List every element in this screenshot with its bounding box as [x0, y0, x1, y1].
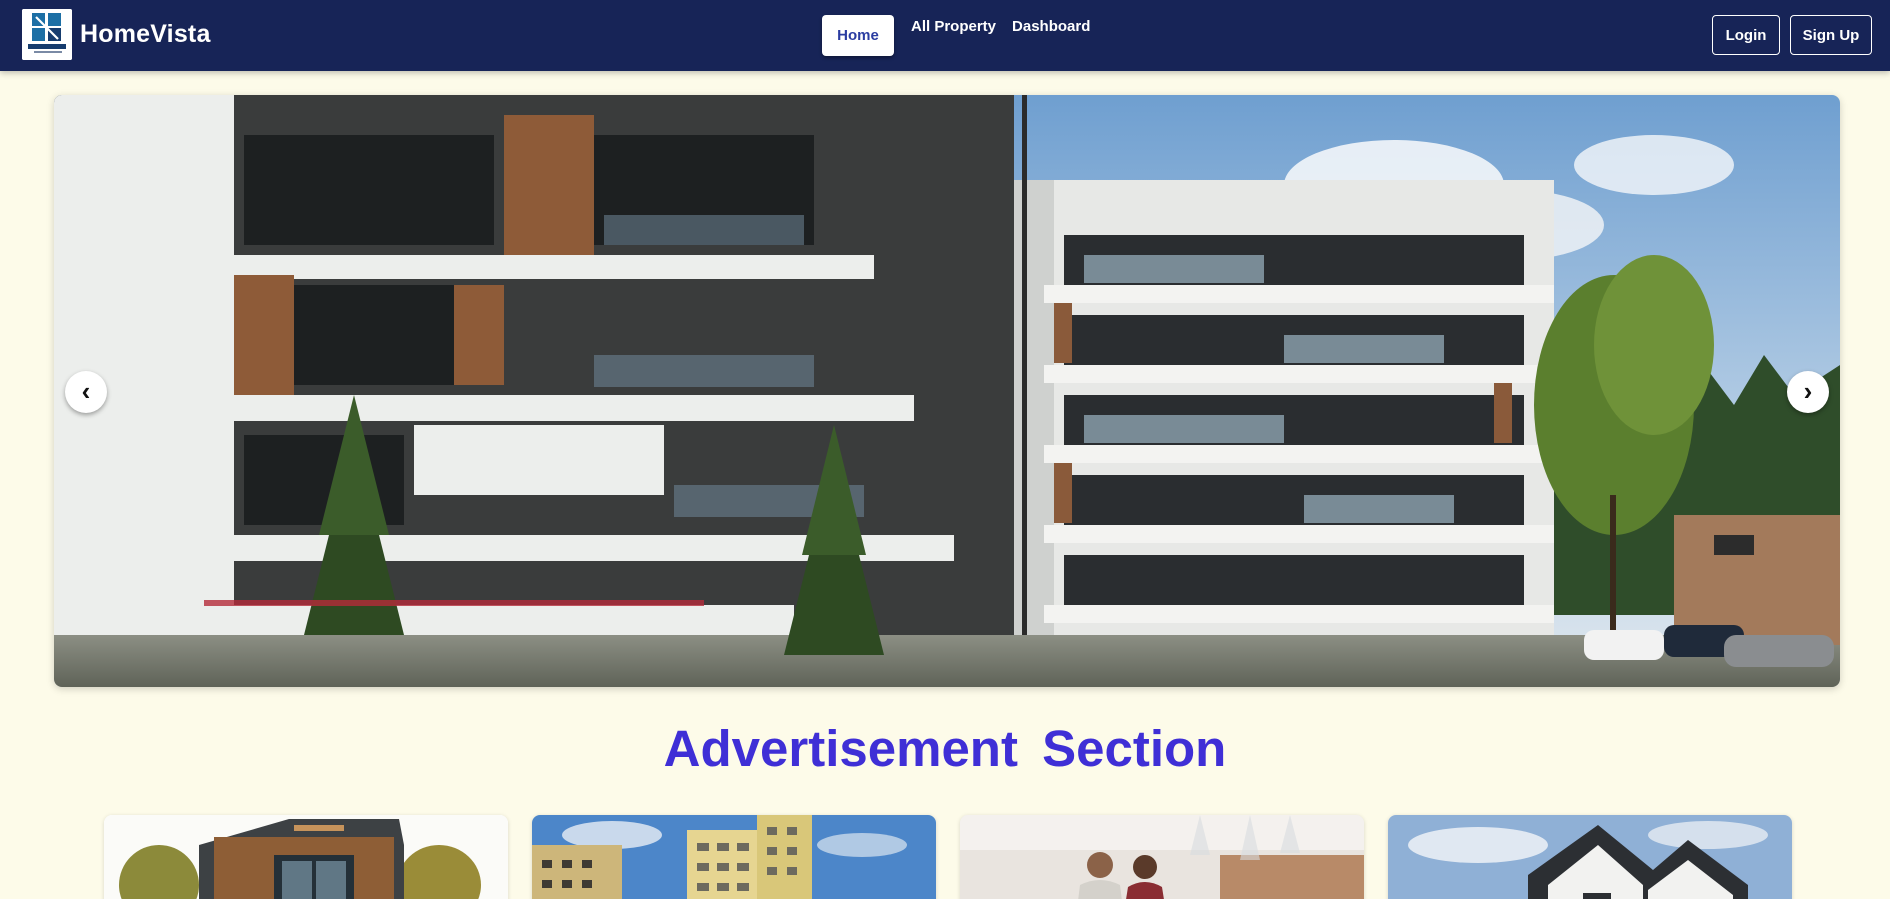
- advertisement-card[interactable]: [1388, 815, 1792, 899]
- modern-house-photo: [104, 815, 508, 899]
- nav-all-property-link[interactable]: All Property: [911, 18, 996, 35]
- suburban-house-photo: [1388, 815, 1792, 899]
- navbar: HomeVista Home All Property Dashboard Lo…: [0, 0, 1890, 71]
- hero-carousel: ‹ ›: [54, 95, 1840, 687]
- carousel-next-button[interactable]: ›: [1787, 371, 1829, 413]
- brand[interactable]: HomeVista: [22, 9, 211, 60]
- signup-button[interactable]: Sign Up: [1790, 15, 1872, 55]
- nav-dashboard-link[interactable]: Dashboard: [1012, 18, 1090, 35]
- homevista-logo-icon[interactable]: [22, 9, 72, 60]
- advertisement-card[interactable]: [104, 815, 508, 899]
- carousel-prev-button[interactable]: ‹: [65, 371, 107, 413]
- apartment-tower-photo: [532, 815, 936, 899]
- advertisement-section-title: Advertisement Section: [663, 720, 1227, 777]
- login-button[interactable]: Login: [1712, 15, 1780, 55]
- agents-meeting-photo: [960, 815, 1364, 899]
- brand-name[interactable]: HomeVista: [80, 20, 211, 49]
- auth-buttons: Login Sign Up: [1712, 15, 1872, 55]
- nav-links: Home All Property Dashboard: [822, 15, 1090, 56]
- apartment-building-photo: [54, 95, 1840, 687]
- advertisement-card[interactable]: [532, 815, 936, 899]
- advertisement-card[interactable]: [960, 815, 1364, 899]
- advertisement-cards: [104, 815, 1792, 899]
- nav-home-link[interactable]: Home: [822, 15, 894, 56]
